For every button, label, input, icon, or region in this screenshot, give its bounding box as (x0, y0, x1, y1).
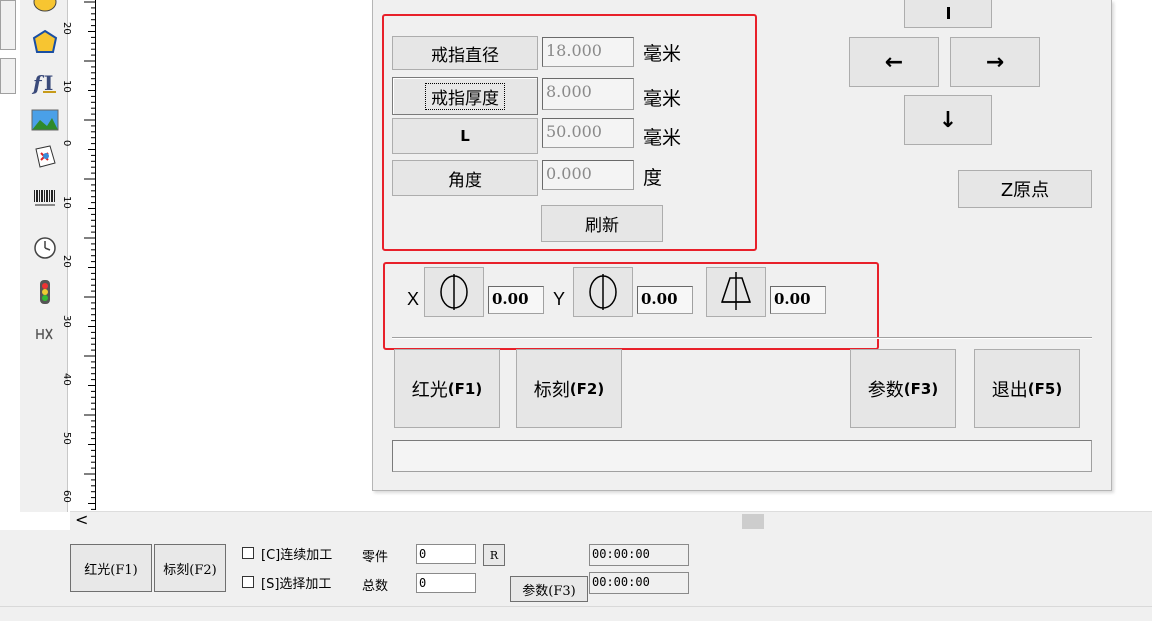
ruler-label: 20 (61, 255, 72, 268)
z-axis-field[interactable]: 0.00 (770, 286, 826, 314)
z-cone-button[interactable] (706, 267, 766, 317)
ring-thickness-field[interactable]: 8.000 (542, 78, 634, 110)
params-label: 参数 (867, 379, 904, 401)
total-count-field[interactable]: 0 (416, 573, 476, 593)
exit-shortcut: (F5) (1027, 379, 1063, 398)
ruler-label: 10 (61, 196, 72, 209)
reset-count-button[interactable]: R (483, 544, 505, 566)
y-axis-field[interactable]: 0.00 (637, 286, 693, 314)
text-tool-icon[interactable]: fI (28, 66, 62, 98)
ruler-label: 40 (61, 373, 72, 386)
y-axis-label: Y (553, 289, 566, 309)
jog-right-button[interactable]: → (950, 37, 1040, 87)
cylinder-x-icon (440, 274, 468, 310)
scroll-thumb[interactable] (742, 514, 764, 529)
vertical-ruler: 20 10 0 10 20 30 40 50 60 (61, 0, 96, 510)
horizontal-scrollbar[interactable]: < (70, 510, 1152, 530)
cylinder-y-icon (589, 274, 617, 310)
exit-label: 退出 (991, 379, 1028, 401)
svg-text:f: f (31, 71, 45, 95)
angle-button[interactable]: 角度 (392, 160, 538, 196)
mark-label: 标刻 (533, 379, 570, 401)
x-axis-field[interactable]: 0.00 (488, 286, 544, 314)
total-label: 总数 (362, 579, 389, 594)
red-light-shortcut: (F1) (447, 379, 483, 398)
ring-thickness-label: 戒指厚度 (425, 82, 505, 110)
delay-tool-icon[interactable] (28, 318, 62, 350)
continuous-label: [C]连续加工 (261, 548, 333, 563)
continuous-checkbox[interactable] (242, 547, 254, 559)
length-l-field[interactable]: 50.000 (542, 118, 634, 148)
separator-line (392, 337, 1092, 339)
jog-up-button[interactable] (904, 0, 992, 28)
ring-thickness-button[interactable]: 戒指厚度 (392, 77, 538, 115)
refresh-button[interactable]: 刷新 (541, 205, 663, 242)
vector-file-tool-icon[interactable] (28, 140, 62, 172)
ring-diameter-unit: 毫米 (643, 43, 682, 65)
select-process-label: [S]选择加工 (261, 577, 332, 592)
ruler-label: 30 (61, 315, 72, 328)
bottom-mark-button[interactable]: 标刻(F2) (154, 544, 226, 592)
red-light-label: 红光 (411, 379, 448, 401)
barcode-tool-icon[interactable] (28, 182, 62, 214)
mark-button[interactable]: 标刻 (F2) (516, 349, 622, 428)
part-label: 零件 (362, 550, 389, 565)
length-l-button[interactable]: L (392, 118, 538, 154)
x-axis-label: X (407, 289, 420, 309)
jog-down-button[interactable]: ↓ (904, 95, 992, 145)
left-edge-strip (0, 0, 20, 512)
cone-icon (720, 272, 752, 310)
scroll-left-arrow[interactable]: < (75, 510, 88, 529)
x-rotate-button[interactable] (424, 267, 484, 317)
left-edge-control-2[interactable] (0, 58, 16, 94)
red-light-button[interactable]: 红光 (F1) (394, 349, 500, 428)
dialog-status-field (392, 440, 1092, 472)
image-tool-icon[interactable] (28, 104, 62, 136)
status-bar (0, 606, 1152, 621)
z-origin-button[interactable]: Z原点 (958, 170, 1092, 208)
ruler-label: 0 (61, 140, 72, 147)
exit-button[interactable]: 退出 (F5) (974, 349, 1080, 428)
ruler-label: 10 (61, 80, 72, 93)
ruler-label: 50 (61, 432, 72, 445)
select-process-checkbox[interactable] (242, 576, 254, 588)
ruler-ticks (84, 1, 96, 510)
length-l-unit: 毫米 (643, 127, 682, 149)
angle-unit: 度 (643, 167, 663, 189)
bottom-red-light-button[interactable]: 红光(F1) (70, 544, 152, 592)
part-count-field[interactable]: 0 (416, 544, 476, 564)
ring-diameter-field[interactable]: 18.000 (542, 37, 634, 67)
arrow-up-icon (947, 6, 950, 19)
ellipse-tool-icon[interactable] (28, 0, 62, 18)
ruler-label: 60 (61, 490, 72, 503)
polygon-tool-icon[interactable] (28, 26, 62, 58)
params-button[interactable]: 参数 (F3) (850, 349, 956, 428)
ring-thickness-unit: 毫米 (643, 88, 682, 110)
y-rotate-button[interactable] (573, 267, 633, 317)
timer-tool-icon[interactable] (28, 232, 62, 264)
ring-diameter-button[interactable]: 戒指直径 (392, 36, 538, 70)
angle-field[interactable]: 0.000 (542, 160, 634, 190)
bottom-params-button[interactable]: 参数(F3) (510, 576, 588, 602)
left-edge-control[interactable] (0, 0, 16, 50)
total-time-field: 00:00:00 (589, 572, 689, 594)
io-signal-tool-icon[interactable] (28, 276, 62, 308)
mark-shortcut: (F2) (569, 379, 605, 398)
elapsed-time-field: 00:00:00 (589, 544, 689, 566)
ruler-label: 20 (61, 22, 72, 35)
params-shortcut: (F3) (903, 379, 939, 398)
jog-left-button[interactable]: ← (849, 37, 939, 87)
